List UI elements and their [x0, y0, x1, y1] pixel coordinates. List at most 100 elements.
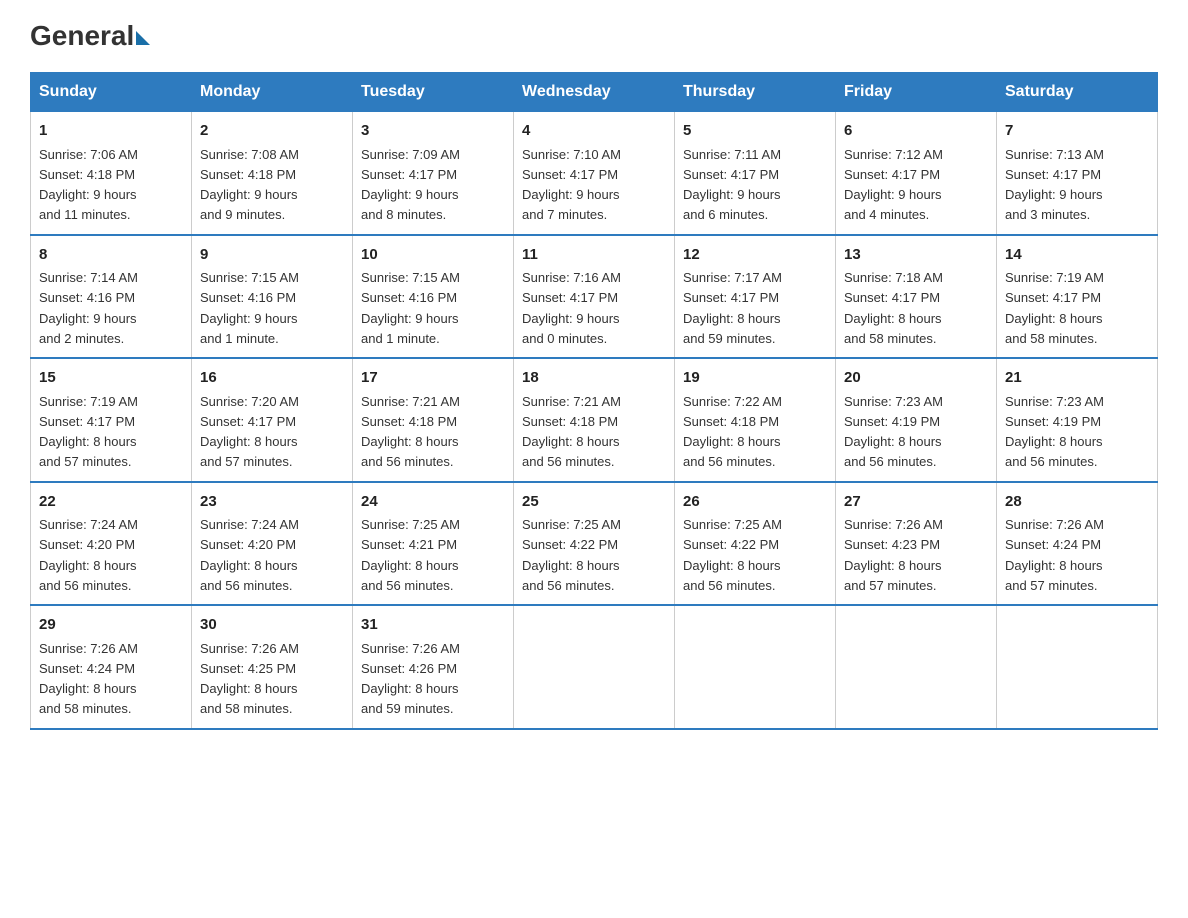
calendar-cell: 12 Sunrise: 7:17 AMSunset: 4:17 PMDaylig… [675, 235, 836, 359]
day-number: 17 [361, 367, 505, 390]
calendar-cell: 2 Sunrise: 7:08 AMSunset: 4:18 PMDayligh… [192, 112, 353, 235]
day-info: Sunrise: 7:25 AMSunset: 4:21 PMDaylight:… [361, 517, 460, 593]
day-number: 26 [683, 491, 827, 514]
calendar-header-row: SundayMondayTuesdayWednesdayThursdayFrid… [31, 73, 1158, 112]
day-info: Sunrise: 7:10 AMSunset: 4:17 PMDaylight:… [522, 147, 621, 223]
calendar-cell: 30 Sunrise: 7:26 AMSunset: 4:25 PMDaylig… [192, 605, 353, 729]
day-info: Sunrise: 7:19 AMSunset: 4:17 PMDaylight:… [39, 394, 138, 470]
day-number: 23 [200, 491, 344, 514]
day-number: 27 [844, 491, 988, 514]
day-info: Sunrise: 7:26 AMSunset: 4:24 PMDaylight:… [39, 641, 138, 717]
day-number: 3 [361, 120, 505, 143]
calendar-cell: 8 Sunrise: 7:14 AMSunset: 4:16 PMDayligh… [31, 235, 192, 359]
day-number: 8 [39, 244, 183, 267]
calendar-cell: 20 Sunrise: 7:23 AMSunset: 4:19 PMDaylig… [836, 358, 997, 482]
calendar-cell [836, 605, 997, 729]
page-header: General [30, 20, 1158, 52]
day-info: Sunrise: 7:26 AMSunset: 4:24 PMDaylight:… [1005, 517, 1104, 593]
day-number: 10 [361, 244, 505, 267]
day-number: 15 [39, 367, 183, 390]
day-info: Sunrise: 7:26 AMSunset: 4:25 PMDaylight:… [200, 641, 299, 717]
logo: General [30, 20, 152, 52]
calendar-cell: 15 Sunrise: 7:19 AMSunset: 4:17 PMDaylig… [31, 358, 192, 482]
day-number: 5 [683, 120, 827, 143]
day-number: 2 [200, 120, 344, 143]
calendar-cell: 19 Sunrise: 7:22 AMSunset: 4:18 PMDaylig… [675, 358, 836, 482]
day-info: Sunrise: 7:21 AMSunset: 4:18 PMDaylight:… [522, 394, 621, 470]
day-info: Sunrise: 7:19 AMSunset: 4:17 PMDaylight:… [1005, 270, 1104, 346]
day-info: Sunrise: 7:24 AMSunset: 4:20 PMDaylight:… [39, 517, 138, 593]
calendar-cell [675, 605, 836, 729]
day-info: Sunrise: 7:06 AMSunset: 4:18 PMDaylight:… [39, 147, 138, 223]
logo-general-text: General [30, 20, 134, 52]
calendar-week-row: 15 Sunrise: 7:19 AMSunset: 4:17 PMDaylig… [31, 358, 1158, 482]
day-info: Sunrise: 7:14 AMSunset: 4:16 PMDaylight:… [39, 270, 138, 346]
day-number: 20 [844, 367, 988, 390]
col-header-sunday: Sunday [31, 73, 192, 112]
day-number: 14 [1005, 244, 1149, 267]
calendar-cell: 13 Sunrise: 7:18 AMSunset: 4:17 PMDaylig… [836, 235, 997, 359]
day-number: 24 [361, 491, 505, 514]
calendar-cell: 3 Sunrise: 7:09 AMSunset: 4:17 PMDayligh… [353, 112, 514, 235]
day-number: 4 [522, 120, 666, 143]
calendar-cell: 21 Sunrise: 7:23 AMSunset: 4:19 PMDaylig… [997, 358, 1158, 482]
calendar-table: SundayMondayTuesdayWednesdayThursdayFrid… [30, 72, 1158, 730]
day-number: 19 [683, 367, 827, 390]
day-number: 12 [683, 244, 827, 267]
calendar-cell: 27 Sunrise: 7:26 AMSunset: 4:23 PMDaylig… [836, 482, 997, 606]
day-info: Sunrise: 7:11 AMSunset: 4:17 PMDaylight:… [683, 147, 781, 223]
calendar-cell: 31 Sunrise: 7:26 AMSunset: 4:26 PMDaylig… [353, 605, 514, 729]
calendar-cell: 1 Sunrise: 7:06 AMSunset: 4:18 PMDayligh… [31, 112, 192, 235]
col-header-wednesday: Wednesday [514, 73, 675, 112]
day-number: 7 [1005, 120, 1149, 143]
col-header-tuesday: Tuesday [353, 73, 514, 112]
day-info: Sunrise: 7:22 AMSunset: 4:18 PMDaylight:… [683, 394, 782, 470]
day-number: 13 [844, 244, 988, 267]
calendar-cell: 28 Sunrise: 7:26 AMSunset: 4:24 PMDaylig… [997, 482, 1158, 606]
day-info: Sunrise: 7:17 AMSunset: 4:17 PMDaylight:… [683, 270, 782, 346]
calendar-cell: 14 Sunrise: 7:19 AMSunset: 4:17 PMDaylig… [997, 235, 1158, 359]
col-header-thursday: Thursday [675, 73, 836, 112]
day-number: 21 [1005, 367, 1149, 390]
calendar-cell [997, 605, 1158, 729]
calendar-week-row: 1 Sunrise: 7:06 AMSunset: 4:18 PMDayligh… [31, 112, 1158, 235]
day-info: Sunrise: 7:13 AMSunset: 4:17 PMDaylight:… [1005, 147, 1104, 223]
day-info: Sunrise: 7:23 AMSunset: 4:19 PMDaylight:… [1005, 394, 1104, 470]
day-info: Sunrise: 7:25 AMSunset: 4:22 PMDaylight:… [522, 517, 621, 593]
day-number: 28 [1005, 491, 1149, 514]
calendar-cell: 11 Sunrise: 7:16 AMSunset: 4:17 PMDaylig… [514, 235, 675, 359]
calendar-cell: 18 Sunrise: 7:21 AMSunset: 4:18 PMDaylig… [514, 358, 675, 482]
day-info: Sunrise: 7:25 AMSunset: 4:22 PMDaylight:… [683, 517, 782, 593]
day-number: 1 [39, 120, 183, 143]
day-number: 9 [200, 244, 344, 267]
day-number: 25 [522, 491, 666, 514]
calendar-cell: 6 Sunrise: 7:12 AMSunset: 4:17 PMDayligh… [836, 112, 997, 235]
day-info: Sunrise: 7:21 AMSunset: 4:18 PMDaylight:… [361, 394, 460, 470]
calendar-cell: 16 Sunrise: 7:20 AMSunset: 4:17 PMDaylig… [192, 358, 353, 482]
calendar-week-row: 22 Sunrise: 7:24 AMSunset: 4:20 PMDaylig… [31, 482, 1158, 606]
day-info: Sunrise: 7:16 AMSunset: 4:17 PMDaylight:… [522, 270, 621, 346]
day-info: Sunrise: 7:12 AMSunset: 4:17 PMDaylight:… [844, 147, 943, 223]
day-info: Sunrise: 7:26 AMSunset: 4:23 PMDaylight:… [844, 517, 943, 593]
day-info: Sunrise: 7:08 AMSunset: 4:18 PMDaylight:… [200, 147, 299, 223]
day-info: Sunrise: 7:15 AMSunset: 4:16 PMDaylight:… [361, 270, 460, 346]
day-number: 31 [361, 614, 505, 637]
calendar-cell: 4 Sunrise: 7:10 AMSunset: 4:17 PMDayligh… [514, 112, 675, 235]
day-info: Sunrise: 7:26 AMSunset: 4:26 PMDaylight:… [361, 641, 460, 717]
col-header-monday: Monday [192, 73, 353, 112]
day-number: 30 [200, 614, 344, 637]
calendar-cell: 26 Sunrise: 7:25 AMSunset: 4:22 PMDaylig… [675, 482, 836, 606]
day-number: 16 [200, 367, 344, 390]
calendar-cell: 9 Sunrise: 7:15 AMSunset: 4:16 PMDayligh… [192, 235, 353, 359]
day-info: Sunrise: 7:15 AMSunset: 4:16 PMDaylight:… [200, 270, 299, 346]
day-number: 22 [39, 491, 183, 514]
day-number: 18 [522, 367, 666, 390]
day-info: Sunrise: 7:24 AMSunset: 4:20 PMDaylight:… [200, 517, 299, 593]
calendar-cell: 22 Sunrise: 7:24 AMSunset: 4:20 PMDaylig… [31, 482, 192, 606]
day-info: Sunrise: 7:20 AMSunset: 4:17 PMDaylight:… [200, 394, 299, 470]
day-info: Sunrise: 7:23 AMSunset: 4:19 PMDaylight:… [844, 394, 943, 470]
day-info: Sunrise: 7:09 AMSunset: 4:17 PMDaylight:… [361, 147, 460, 223]
calendar-week-row: 8 Sunrise: 7:14 AMSunset: 4:16 PMDayligh… [31, 235, 1158, 359]
calendar-cell: 5 Sunrise: 7:11 AMSunset: 4:17 PMDayligh… [675, 112, 836, 235]
calendar-cell [514, 605, 675, 729]
